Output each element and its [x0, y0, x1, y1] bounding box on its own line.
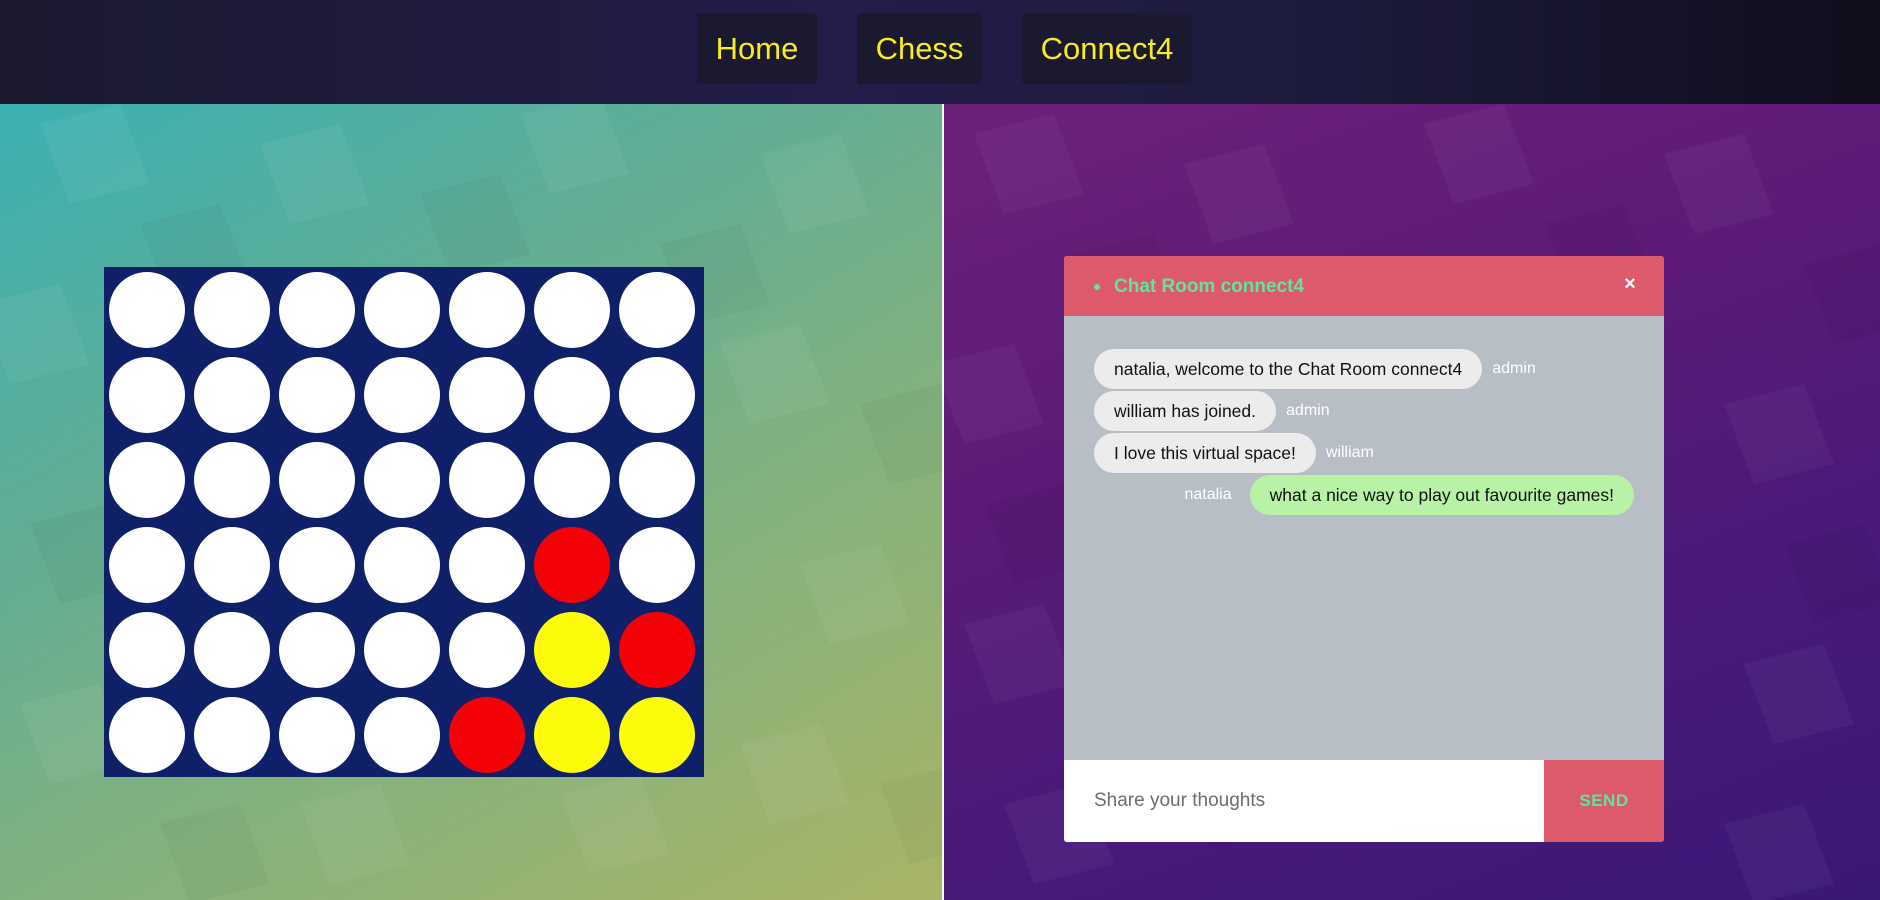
nav-chess-button[interactable]: Chess — [857, 13, 982, 84]
board-cell-empty[interactable] — [449, 442, 525, 518]
chat-message-own: natalia what a nice way to play out favo… — [1184, 475, 1634, 515]
board-cell-empty[interactable] — [449, 527, 525, 603]
board-cell-empty[interactable] — [279, 442, 355, 518]
board-cell-empty[interactable] — [194, 697, 270, 773]
board-cell-empty[interactable] — [109, 357, 185, 433]
board-cell-empty[interactable] — [194, 357, 270, 433]
board-cell-empty[interactable] — [364, 442, 440, 518]
chat-pane: Chat Room connect4 × natalia, welcome to… — [944, 104, 1880, 900]
board-cell-red[interactable] — [619, 612, 695, 688]
message-sender: admin — [1492, 360, 1536, 377]
message-sender: admin — [1286, 402, 1330, 419]
board-cell-empty[interactable] — [364, 357, 440, 433]
board-cell-empty[interactable] — [534, 442, 610, 518]
board-cell-empty[interactable] — [194, 442, 270, 518]
board-cell-empty[interactable] — [449, 612, 525, 688]
board-cell-empty[interactable] — [449, 357, 525, 433]
message-bubble: I love this virtual space! — [1094, 433, 1316, 473]
board-cell-empty[interactable] — [109, 527, 185, 603]
chat-message-input[interactable] — [1064, 760, 1544, 842]
board-cell-empty[interactable] — [279, 272, 355, 348]
board-cell-empty[interactable] — [109, 272, 185, 348]
board-cell-empty[interactable] — [109, 697, 185, 773]
board-cell-empty[interactable] — [364, 612, 440, 688]
board-cell-empty[interactable] — [619, 442, 695, 518]
nav-home-button[interactable]: Home — [697, 13, 817, 84]
board-cell-empty[interactable] — [364, 272, 440, 348]
board-cell-empty[interactable] — [619, 527, 695, 603]
chat-title: Chat Room connect4 — [1114, 276, 1305, 297]
board-cell-empty[interactable] — [449, 272, 525, 348]
board-cell-empty[interactable] — [364, 527, 440, 603]
board-cell-empty[interactable] — [279, 527, 355, 603]
board-cell-empty[interactable] — [279, 612, 355, 688]
game-pane — [0, 104, 944, 900]
nav-connect4-button[interactable]: Connect4 — [1022, 13, 1192, 84]
close-icon[interactable]: × — [1620, 273, 1640, 295]
board-cell-empty[interactable] — [279, 357, 355, 433]
message-bubble: what a nice way to play out favourite ga… — [1249, 475, 1634, 515]
board-cell-empty[interactable] — [194, 272, 270, 348]
board-cell-empty[interactable] — [194, 527, 270, 603]
board-cell-empty[interactable] — [109, 442, 185, 518]
board-cell-empty[interactable] — [279, 697, 355, 773]
board-cell-yellow[interactable] — [619, 697, 695, 773]
chat-header: Chat Room connect4 × — [1064, 256, 1664, 316]
status-dot-icon — [1094, 284, 1100, 290]
board-cell-empty[interactable] — [194, 612, 270, 688]
connect4-board[interactable] — [104, 267, 704, 777]
board-cell-empty[interactable] — [619, 272, 695, 348]
chat-window: Chat Room connect4 × natalia, welcome to… — [1064, 256, 1664, 842]
send-button[interactable]: SEND — [1544, 760, 1664, 842]
message-bubble: william has joined. — [1094, 391, 1277, 431]
message-sender: william — [1325, 444, 1374, 461]
chat-message: natalia, welcome to the Chat Room connec… — [1094, 349, 1536, 389]
board-cell-empty[interactable] — [619, 357, 695, 433]
board-cell-empty[interactable] — [109, 612, 185, 688]
chat-message: I love this virtual space! william — [1094, 433, 1374, 473]
board-cell-yellow[interactable] — [534, 612, 610, 688]
chat-message: william has joined. admin — [1094, 391, 1330, 431]
top-nav-bar: Home Chess Connect4 — [0, 0, 1880, 104]
board-cell-empty[interactable] — [534, 357, 610, 433]
message-bubble: natalia, welcome to the Chat Room connec… — [1094, 349, 1483, 389]
board-cell-empty[interactable] — [364, 697, 440, 773]
board-cell-red[interactable] — [534, 527, 610, 603]
board-cell-empty[interactable] — [534, 272, 610, 348]
board-cell-yellow[interactable] — [534, 697, 610, 773]
board-cell-red[interactable] — [449, 697, 525, 773]
message-sender: natalia — [1184, 486, 1232, 503]
